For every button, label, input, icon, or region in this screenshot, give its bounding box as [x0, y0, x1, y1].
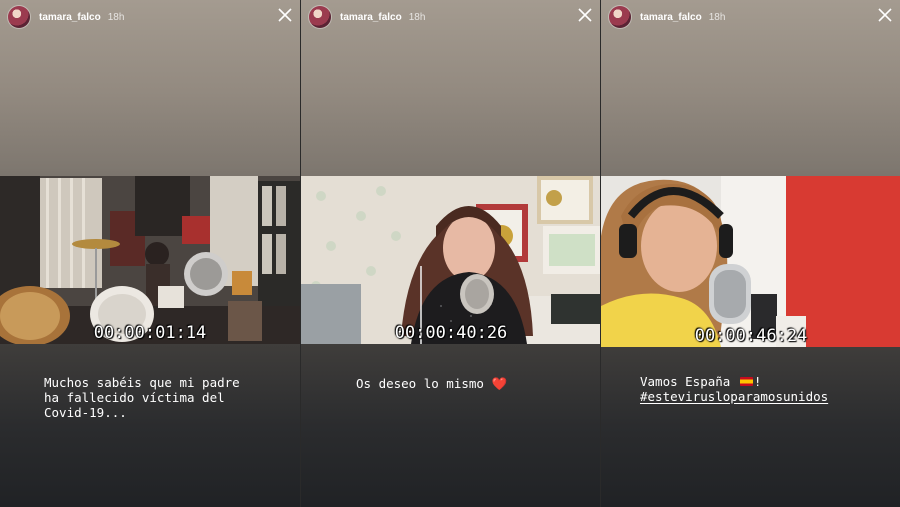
post-time: 18h	[107, 11, 125, 23]
close-icon[interactable]	[278, 8, 292, 22]
video-frame[interactable]: 00:00:40:26	[301, 176, 600, 344]
story-caption: Vamos España ! #estevirusloparamosunidos	[640, 374, 895, 404]
post-time: 18h	[408, 11, 426, 23]
story-card-2[interactable]: tamara_falco 18h 00:00:40:26 Os deseo lo…	[300, 0, 600, 507]
caption-line: Muchos sabéis que mi padre	[44, 375, 240, 390]
close-icon[interactable]	[578, 8, 592, 22]
hashtag-link[interactable]: #estevirusloparamosunidos	[640, 389, 895, 404]
spain-flag-icon	[739, 377, 753, 386]
video-frame[interactable]: 00:00:46:24	[601, 176, 900, 347]
caption-line: ha fallecido víctima del	[44, 390, 225, 405]
avatar[interactable]	[609, 6, 631, 28]
story-caption: Os deseo lo mismo ❤️	[356, 376, 596, 391]
story-header: tamara_falco 18h	[609, 6, 892, 28]
story-caption: Muchos sabéis que mi padre ha fallecido …	[44, 375, 284, 420]
stories-row: tamara_falco 18h 00:00:01:14 Muchos sabé…	[0, 0, 900, 507]
heart-icon: ❤️	[491, 376, 508, 391]
video-drum-room	[0, 176, 300, 344]
avatar[interactable]	[309, 6, 331, 28]
video-timecode: 00:00:40:26	[394, 323, 508, 343]
video-timecode: 00:00:01:14	[93, 323, 207, 343]
video-timecode: 00:00:46:24	[694, 326, 808, 346]
avatar[interactable]	[8, 6, 30, 28]
caption-line: Os deseo lo mismo ❤️	[356, 376, 596, 391]
caption-line: Covid-19...	[44, 405, 127, 420]
video-singer-room	[301, 176, 600, 344]
username[interactable]: tamara_falco	[39, 12, 101, 23]
username[interactable]: tamara_falco	[340, 12, 402, 23]
story-header: tamara_falco 18h	[8, 6, 292, 28]
caption-text: Vamos España	[640, 374, 731, 389]
video-frame[interactable]: 00:00:01:14	[0, 176, 300, 344]
story-header: tamara_falco 18h	[309, 6, 592, 28]
close-icon[interactable]	[878, 8, 892, 22]
caption-suffix: !	[753, 374, 762, 389]
caption-line: Vamos España !	[640, 374, 895, 389]
video-studio-singer	[601, 176, 900, 347]
caption-text: Os deseo lo mismo	[356, 376, 484, 391]
username[interactable]: tamara_falco	[640, 12, 702, 23]
story-card-3[interactable]: tamara_falco 18h 00:00:46:24 Vamos Españ…	[600, 0, 900, 507]
post-time: 18h	[708, 11, 726, 23]
story-card-1[interactable]: tamara_falco 18h 00:00:01:14 Muchos sabé…	[0, 0, 300, 507]
